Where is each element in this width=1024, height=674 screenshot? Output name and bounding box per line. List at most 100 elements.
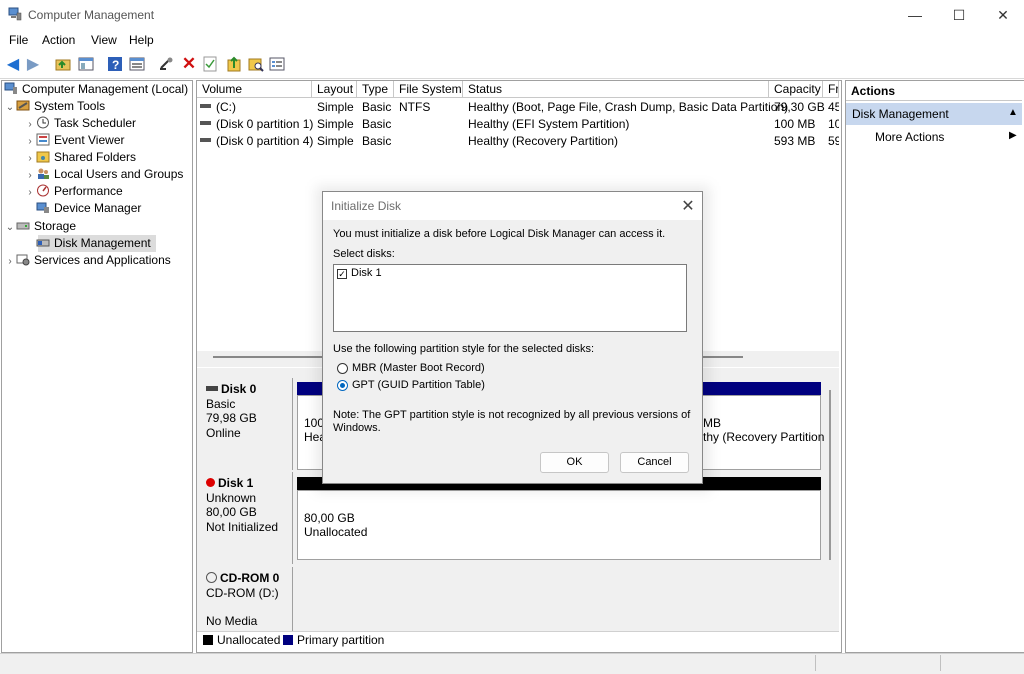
volume-layout: Simple bbox=[317, 100, 354, 114]
volume-name[interactable]: (Disk 0 partition 4) bbox=[216, 133, 313, 149]
tree-item-event-viewer[interactable]: › Event Viewer bbox=[24, 132, 124, 149]
ok-button[interactable]: OK bbox=[540, 452, 609, 473]
dialog-close-icon[interactable]: ✕ bbox=[680, 196, 696, 215]
computer-management-icon bbox=[4, 82, 18, 95]
close-button[interactable]: ✕ bbox=[980, 0, 1024, 30]
volume-capacity: 100 MB bbox=[774, 117, 816, 131]
check-icon[interactable] bbox=[201, 55, 219, 73]
tree-label: Event Viewer bbox=[54, 133, 125, 147]
menu-view[interactable]: View bbox=[91, 33, 117, 47]
help-icon[interactable]: ? bbox=[106, 55, 124, 73]
legend-swatch-unallocated bbox=[203, 635, 213, 645]
volume-name[interactable]: (Disk 0 partition 1) bbox=[216, 116, 313, 132]
disk-1-unallocated-space[interactable] bbox=[297, 490, 821, 560]
tree-item-local-users[interactable]: › Local Users and Groups bbox=[24, 166, 183, 183]
volume-status: Healthy (Recovery Partition) bbox=[468, 134, 619, 148]
vertical-scrollbar[interactable] bbox=[829, 390, 831, 560]
disk-list[interactable] bbox=[333, 264, 687, 332]
disk-0-label[interactable]: Disk 0 Basic 79,98 GB Online bbox=[198, 378, 293, 470]
disk-kind: Basic bbox=[206, 396, 236, 411]
volume-icon bbox=[200, 121, 211, 125]
partition-state: Unallocated bbox=[304, 525, 368, 539]
chevron-right-icon[interactable]: › bbox=[4, 253, 16, 270]
volume-free: 10 bbox=[828, 117, 839, 131]
tree-item-performance[interactable]: › Performance bbox=[24, 183, 122, 201]
tree-item-shared-folders[interactable]: › Shared Folders bbox=[24, 149, 136, 166]
column-header-capacity[interactable]: Capacity bbox=[769, 81, 823, 98]
tree-label: Disk Management bbox=[54, 236, 151, 250]
cancel-button[interactable]: Cancel bbox=[620, 452, 689, 473]
menu-file[interactable]: File bbox=[9, 33, 28, 47]
forward-arrow-icon[interactable]: ▶ bbox=[24, 55, 42, 73]
list-icon[interactable] bbox=[268, 55, 286, 73]
users-icon bbox=[36, 167, 50, 180]
status-bar bbox=[0, 653, 1024, 674]
toolbar bbox=[0, 51, 1024, 79]
menu-help[interactable]: Help bbox=[129, 33, 154, 47]
disk-1-label[interactable]: Disk 1 Unknown 80,00 GB Not Initialized bbox=[198, 472, 293, 564]
volume-type: Basic bbox=[362, 134, 392, 148]
folder-search-icon[interactable] bbox=[247, 55, 265, 73]
tree-item-computer-management[interactable]: Computer Management (Local) bbox=[4, 81, 188, 98]
menu-action[interactable]: Action bbox=[42, 33, 75, 47]
column-header-volume[interactable]: Volume bbox=[197, 81, 312, 98]
column-header-file-system[interactable]: File System bbox=[394, 81, 463, 98]
services-icon bbox=[16, 253, 30, 266]
clock-icon bbox=[36, 116, 50, 129]
volume-name[interactable]: (C:) bbox=[216, 99, 236, 115]
tree-item-task-scheduler[interactable]: › Task Scheduler bbox=[24, 115, 136, 132]
properties-icon[interactable] bbox=[128, 55, 146, 73]
status-divider bbox=[815, 655, 816, 671]
connect-icon[interactable] bbox=[158, 55, 176, 73]
tree-item-system-tools[interactable]: ⌄ System Tools bbox=[4, 98, 105, 115]
device-manager-icon bbox=[36, 201, 50, 214]
up-folder-icon[interactable] bbox=[54, 55, 72, 73]
tree-label: Shared Folders bbox=[54, 150, 137, 164]
chevron-right-icon[interactable]: › bbox=[24, 167, 36, 184]
tree-label: Local Users and Groups bbox=[54, 167, 184, 181]
chevron-down-icon[interactable]: ⌄ bbox=[4, 219, 16, 236]
cdrom-media: No Media bbox=[206, 614, 258, 628]
delete-icon[interactable]: ✕ bbox=[180, 54, 198, 73]
tree-label: Storage bbox=[34, 219, 77, 233]
back-arrow-icon[interactable]: ◀ bbox=[4, 55, 22, 73]
mbr-radio-label[interactable]: MBR (Master Boot Record) bbox=[352, 362, 485, 374]
chevron-right-icon[interactable]: › bbox=[24, 133, 36, 150]
tree-item-services[interactable]: › Services and Applications bbox=[4, 252, 170, 270]
cdrom-0-label[interactable]: CD-ROM 0 CD-ROM (D:) No Media bbox=[198, 567, 293, 631]
status-divider bbox=[940, 655, 941, 671]
tree-item-device-manager[interactable]: Device Manager bbox=[24, 200, 141, 217]
column-header-free[interactable]: Fr bbox=[823, 81, 839, 98]
disk-1-checkbox-label[interactable]: Disk 1 bbox=[351, 267, 382, 279]
column-header-type[interactable]: Type bbox=[357, 81, 394, 98]
export-icon[interactable] bbox=[225, 55, 243, 73]
disk-kind: Unknown bbox=[206, 490, 257, 505]
column-header-layout[interactable]: Layout bbox=[312, 81, 357, 98]
tree-item-disk-management[interactable]: Disk Management bbox=[24, 235, 151, 252]
tree-item-storage[interactable]: ⌄ Storage bbox=[4, 218, 76, 235]
collapse-up-icon[interactable]: ▲ bbox=[1008, 107, 1018, 118]
actions-section-label: Disk Management bbox=[852, 107, 949, 121]
disk-state: Not Initialized bbox=[206, 519, 279, 534]
chevron-right-icon[interactable]: › bbox=[24, 116, 36, 133]
disk-management-icon bbox=[36, 236, 50, 249]
minimize-button[interactable]: — bbox=[892, 0, 938, 30]
chevron-down-icon[interactable]: ⌄ bbox=[4, 99, 16, 116]
chevron-right-icon: ▶ bbox=[1009, 130, 1017, 141]
volume-icon bbox=[200, 104, 211, 108]
maximize-button[interactable]: ☐ bbox=[936, 0, 982, 30]
disk-1-checkbox[interactable]: ✓ bbox=[337, 269, 347, 279]
select-disks-label: Select disks: bbox=[333, 248, 395, 260]
chevron-right-icon[interactable]: › bbox=[24, 150, 36, 167]
show-hide-console-tree-icon[interactable] bbox=[77, 55, 95, 73]
volume-free: 45 bbox=[828, 100, 839, 114]
gpt-radio-label[interactable]: GPT (GUID Partition Table) bbox=[352, 379, 485, 391]
computer-management-icon bbox=[8, 7, 22, 21]
actions-pane bbox=[845, 80, 1024, 653]
column-header-status[interactable]: Status bbox=[463, 81, 769, 98]
chevron-right-icon[interactable]: › bbox=[24, 184, 36, 201]
gpt-radio[interactable] bbox=[337, 380, 348, 391]
mbr-radio[interactable] bbox=[337, 363, 348, 374]
more-actions-link[interactable]: More Actions bbox=[875, 130, 944, 144]
disk-icon bbox=[206, 386, 218, 391]
